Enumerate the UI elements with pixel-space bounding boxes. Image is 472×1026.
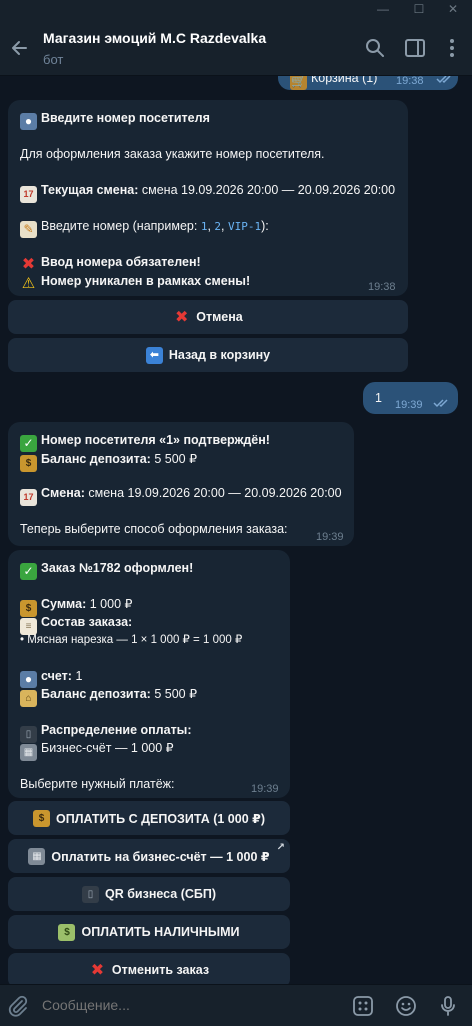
- person-icon: ●: [20, 113, 37, 130]
- button-label: Назад в корзину: [168, 348, 271, 362]
- message-time: 19:39: [316, 531, 344, 543]
- sidebar-toggle-icon[interactable]: [403, 36, 427, 60]
- minimize-icon[interactable]: —: [376, 2, 390, 16]
- calendar-icon: 17: [20, 186, 37, 203]
- choose-payment-text: Выберите нужный платёж:: [20, 777, 175, 791]
- cross-mark-icon: ✖: [90, 961, 105, 979]
- outgoing-message[interactable]: 🛒 Корзина (1) 19:38: [278, 76, 458, 90]
- pay-business-account-button[interactable]: ▦ Оплатить на бизнес-счёт — 1 000 ₽ ↗: [8, 839, 290, 873]
- enter-number-prefix: Введите номер (например:: [41, 219, 198, 233]
- money-bag-icon: $: [33, 809, 50, 827]
- maximize-icon[interactable]: ☐: [412, 2, 426, 16]
- example-separator: ,: [221, 219, 225, 233]
- office-building-icon: ▦: [28, 847, 46, 865]
- window-titlebar: — ☐ ✕: [0, 0, 472, 20]
- button-label: Оплатить на бизнес-счёт — 1 000 ₽: [51, 849, 270, 864]
- message-composer: [0, 984, 472, 1026]
- pay-from-deposit-button[interactable]: $ ОПЛАТИТЬ С ДЕПОЗИТА (1 000 ₽): [8, 801, 290, 835]
- button-label: Отменить заказ: [111, 963, 210, 977]
- banknote-icon: $: [58, 923, 76, 941]
- qr-business-button[interactable]: ▯ QR бизнеса (СБП): [8, 877, 290, 911]
- bot-message-enter-number[interactable]: ● Введите номер посетителя Для оформления…: [8, 100, 408, 296]
- read-ticks-icon: [433, 399, 448, 408]
- distribution-value: Бизнес-счёт — 1 000 ₽: [41, 741, 174, 755]
- shift-label: Текущая смена:: [41, 183, 139, 197]
- balance-label: Баланс депозита:: [41, 687, 151, 701]
- message-title: Введите номер посетителя: [41, 111, 210, 125]
- composition-label: Состав заказа:: [41, 615, 133, 629]
- bot-commands-icon[interactable]: [351, 994, 375, 1018]
- message-time: 19:39: [251, 783, 279, 795]
- paperclip-icon[interactable]: [6, 994, 30, 1018]
- button-label: QR бизнеса (СБП): [104, 887, 217, 901]
- account-label: счет:: [41, 669, 72, 683]
- sum-label: Сумма:: [41, 597, 87, 611]
- message-intro: Для оформления заказа укажите номер посе…: [20, 147, 325, 161]
- cancel-order-button[interactable]: ✖ Отменить заказ: [8, 953, 290, 984]
- button-label: Отмена: [196, 310, 243, 324]
- chat-title[interactable]: Магазин эмоций M.C Razdevalka: [43, 30, 266, 46]
- memo-icon: ✎: [20, 221, 37, 238]
- message-time: 19:38: [396, 76, 424, 87]
- sum-value: 1 000 ₽: [89, 597, 133, 611]
- bot-message-number-confirmed[interactable]: ✓ Номер посетителя «1» подтверждён! $ Бала…: [8, 422, 354, 546]
- example-code-3[interactable]: VIP-1: [228, 220, 261, 233]
- message-text: 1: [375, 391, 382, 405]
- confirmation-text: Номер посетителя «1» подтверждён!: [41, 433, 270, 447]
- shift-value: смена 19.09.2026 20:00 — 20.09.2026 20:0…: [88, 486, 342, 500]
- choose-method-text: Теперь выберите способ оформления заказа…: [20, 522, 288, 536]
- pay-cash-button[interactable]: $ ОПЛАТИТЬ НАЛИЧНЫМИ: [8, 915, 290, 949]
- left-arrow-icon: ⬅: [145, 346, 163, 364]
- message-time: 19:39: [395, 399, 423, 411]
- external-link-icon: ↗: [276, 842, 285, 853]
- message-list[interactable]: 🛒 Корзина (1) 19:38 ● Введите номер посети…: [0, 76, 472, 984]
- account-value: 1: [75, 669, 83, 683]
- phone-icon: ▯: [81, 885, 99, 903]
- warning-icon: ⚠: [21, 275, 36, 292]
- enter-number-suffix: ):: [261, 219, 269, 233]
- warning-required: Ввод номера обязателен!: [41, 255, 201, 269]
- message-time: 19:38: [368, 281, 396, 293]
- example-separator: ,: [207, 219, 211, 233]
- cancel-button[interactable]: ✖ Отмена: [8, 300, 408, 334]
- close-window-icon[interactable]: ✕: [446, 2, 460, 16]
- check-mark-icon: ✓: [20, 563, 37, 580]
- calendar-icon: 17: [20, 489, 37, 506]
- back-to-cart-button[interactable]: ⬅ Назад в корзину: [8, 338, 408, 372]
- distribution-label: Распределение оплаты:: [41, 723, 192, 737]
- cross-mark-icon: ✖: [21, 256, 36, 273]
- more-menu-icon[interactable]: [440, 36, 464, 60]
- message-input[interactable]: [42, 997, 322, 1013]
- emoji-icon[interactable]: [394, 994, 418, 1018]
- message-text: Корзина (1): [311, 76, 378, 85]
- cart-icon: 🛒: [290, 76, 307, 90]
- microphone-icon[interactable]: [436, 994, 460, 1018]
- office-building-icon: ▦: [20, 744, 37, 761]
- search-icon[interactable]: [363, 36, 387, 60]
- button-label: ОПЛАТИТЬ НАЛИЧНЫМИ: [81, 925, 240, 939]
- bank-icon: ⌂: [20, 690, 37, 707]
- order-item: • Мясная нарезка — 1 × 1 000 ₽ = 1 000 ₽: [20, 634, 243, 646]
- button-label: ОПЛАТИТЬ С ДЕПОЗИТА (1 000 ₽): [56, 811, 265, 826]
- balance-label: Баланс депозита:: [41, 452, 151, 466]
- read-ticks-icon: [436, 76, 451, 84]
- money-bag-icon: $: [20, 455, 37, 472]
- cross-mark-icon: ✖: [175, 308, 189, 326]
- balance-value: 5 500 ₽: [154, 687, 198, 701]
- shift-label: Смена:: [41, 486, 85, 500]
- order-title: Заказ №1782 оформлен!: [41, 561, 194, 575]
- outgoing-message[interactable]: 1 19:39: [363, 382, 458, 414]
- warning-unique: Номер уникален в рамках смены!: [41, 274, 251, 288]
- bot-message-order-created[interactable]: ✓ Заказ №1782 оформлен! $ Сумма: 1 000 ₽ ≡…: [8, 550, 290, 798]
- balance-value: 5 500 ₽: [154, 452, 198, 466]
- shift-value: смена 19.09.2026 20:00 — 20.09.2026 20:0…: [141, 183, 396, 197]
- chat-subtitle: бот: [43, 52, 64, 67]
- back-arrow-icon[interactable]: [6, 34, 34, 62]
- chat-header: Магазин эмоций M.C Razdevalka бот: [0, 20, 472, 76]
